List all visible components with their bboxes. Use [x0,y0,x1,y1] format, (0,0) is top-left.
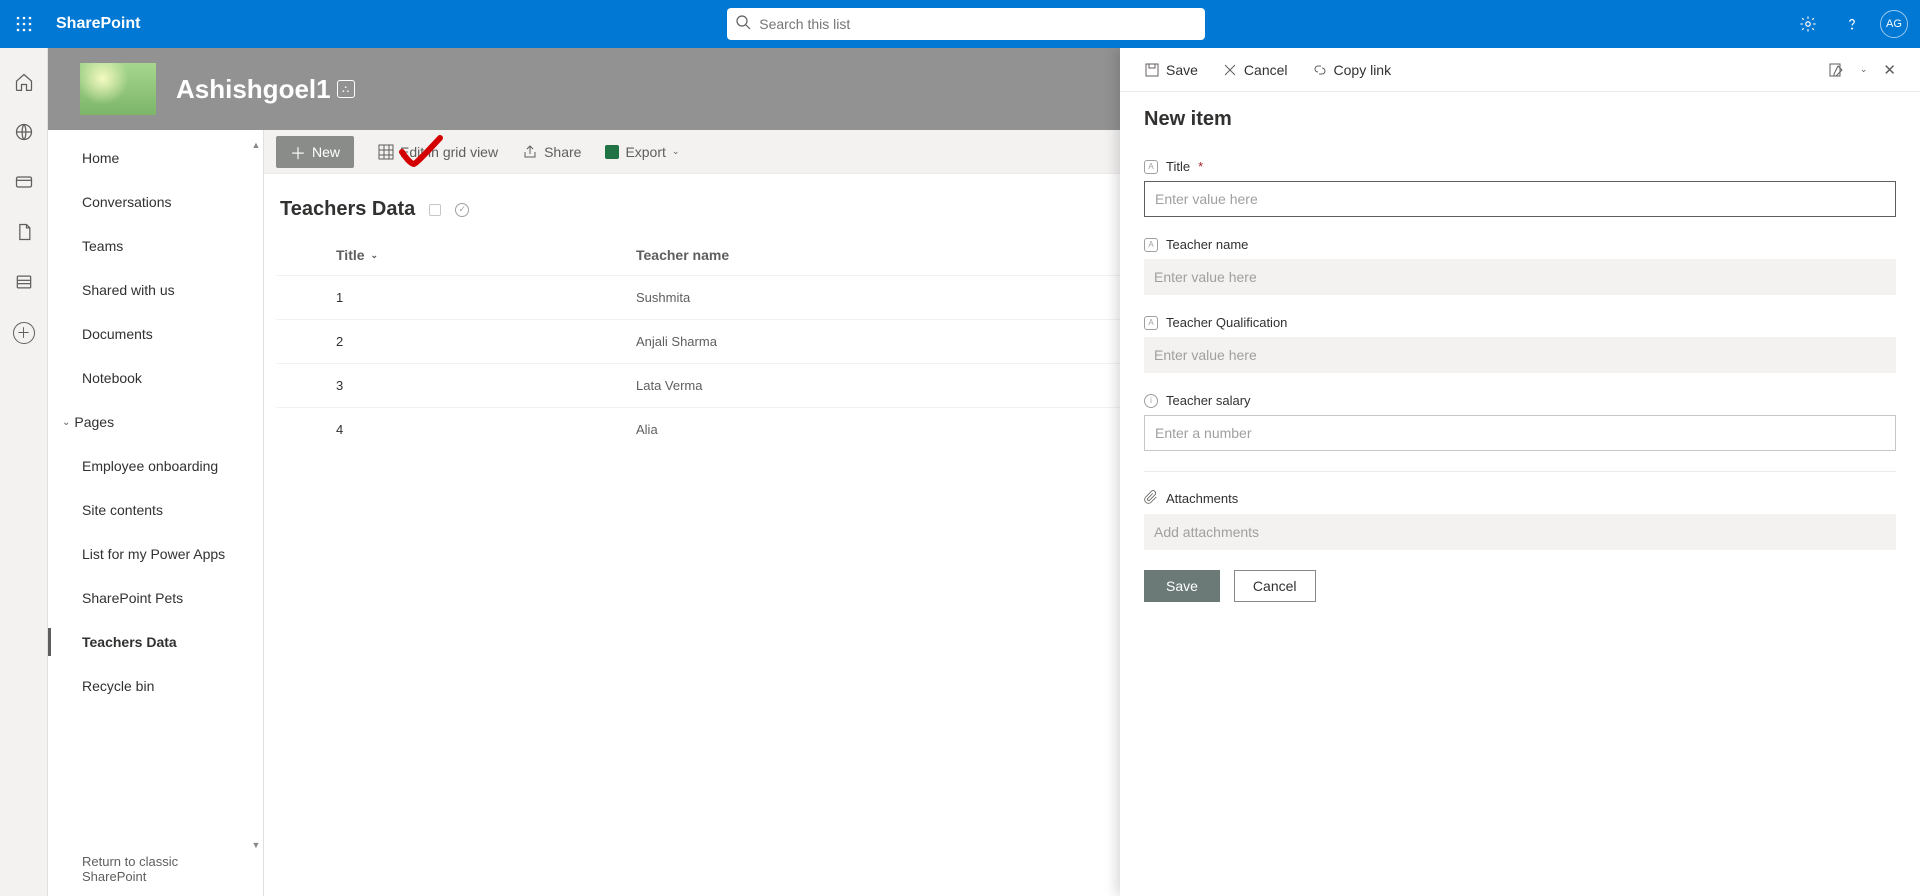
input-title[interactable] [1144,181,1896,217]
chevron-down-icon: ⌄ [371,250,379,261]
share-button[interactable]: Share [522,144,581,160]
nav-conversations[interactable]: Conversations [48,180,263,224]
panel-command-bar: Save Cancel Copy link ⌄ [1120,48,1920,92]
attachment-icon [1144,490,1158,507]
scroll-up-icon[interactable]: ▲ [249,138,263,152]
app-launcher-icon[interactable] [8,8,40,40]
edit-grid-button[interactable]: Edit in grid view [378,144,498,160]
create-icon[interactable]: ＋ [13,322,35,344]
favorite-icon[interactable] [429,204,441,216]
site-logo[interactable] [80,63,156,115]
label-title: A Title * [1144,159,1896,174]
nav-sharepoint-pets[interactable]: SharePoint Pets [48,576,263,620]
site-nav: ▲ Home Conversations Teams Shared with u… [48,130,264,896]
suite-header: SharePoint AG [0,0,1920,48]
label-teacher-name: A Teacher name [1144,237,1896,252]
edit-form-icon[interactable] [1828,62,1844,78]
column-title[interactable]: Title⌄ [336,247,636,263]
nav-employee-onboarding[interactable]: Employee onboarding [48,444,263,488]
search-input[interactable] [759,16,1197,32]
input-teacher-name[interactable] [1144,259,1896,295]
news-icon[interactable] [14,172,34,192]
chevron-down-icon: ⌄ [672,146,680,157]
plus-icon: ＋ [290,140,306,164]
panel-copy-link-button[interactable]: Copy link [1312,62,1392,78]
add-attachments-button[interactable]: Add attachments [1144,514,1896,550]
classic-sharepoint-link[interactable]: Return to classic SharePoint [48,854,263,896]
teams-icon[interactable]: ⛬ [337,80,355,98]
settings-icon[interactable] [1792,8,1824,40]
user-avatar[interactable]: AG [1880,10,1908,38]
nav-shared-with-us[interactable]: Shared with us [48,268,263,312]
nav-site-contents[interactable]: Site contents [48,488,263,532]
nav-documents[interactable]: Documents [48,312,263,356]
separator [1144,471,1896,472]
panel-cancel-button[interactable]: Cancel [1222,62,1288,78]
status-icon[interactable]: ✓ [455,203,469,217]
chevron-down-icon: ⌄ [62,417,70,428]
list-title: Teachers Data [280,198,415,221]
label-teacher-qualification: A Teacher Qualification [1144,315,1896,330]
panel-save-button[interactable]: Save [1144,62,1198,78]
search-icon [735,14,759,35]
nav-notebook[interactable]: Notebook [48,356,263,400]
excel-icon [605,145,619,159]
globe-icon[interactable] [14,122,34,142]
text-field-icon: A [1144,160,1158,174]
cancel-button[interactable]: Cancel [1234,570,1316,602]
nav-recycle-bin[interactable]: Recycle bin [48,664,263,708]
new-button[interactable]: ＋ New [276,136,354,168]
home-icon[interactable] [14,72,34,92]
panel-title: New item [1144,108,1896,131]
nav-list-power-apps[interactable]: List for my Power Apps [48,532,263,576]
input-teacher-qualification[interactable] [1144,337,1896,373]
label-teacher-salary: i Teacher salary [1144,393,1896,408]
save-button[interactable]: Save [1144,570,1220,602]
file-icon[interactable] [14,222,34,242]
text-field-icon: A [1144,316,1158,330]
close-icon[interactable]: ✕ [1883,61,1896,79]
number-field-icon: i [1144,394,1158,408]
nav-teams[interactable]: Teams [48,224,263,268]
new-item-panel: Save Cancel Copy link ⌄ [1120,48,1920,896]
search-box[interactable] [727,8,1205,40]
text-field-icon: A [1144,238,1158,252]
app-name: SharePoint [56,15,140,33]
site-title: Ashishgoel1 [176,74,331,105]
app-rail: ＋ [0,48,48,896]
chevron-down-icon[interactable]: ⌄ [1860,64,1868,75]
export-button[interactable]: Export ⌄ [605,144,679,160]
help-icon[interactable] [1836,8,1868,40]
nav-home[interactable]: Home [48,136,263,180]
nav-teachers-data[interactable]: Teachers Data [48,620,263,664]
list-icon[interactable] [14,272,34,292]
nav-pages[interactable]: ⌄Pages [48,400,263,444]
input-teacher-salary[interactable] [1144,415,1896,451]
scroll-down-icon[interactable]: ▼ [249,838,263,852]
label-attachments: Attachments [1144,490,1896,507]
